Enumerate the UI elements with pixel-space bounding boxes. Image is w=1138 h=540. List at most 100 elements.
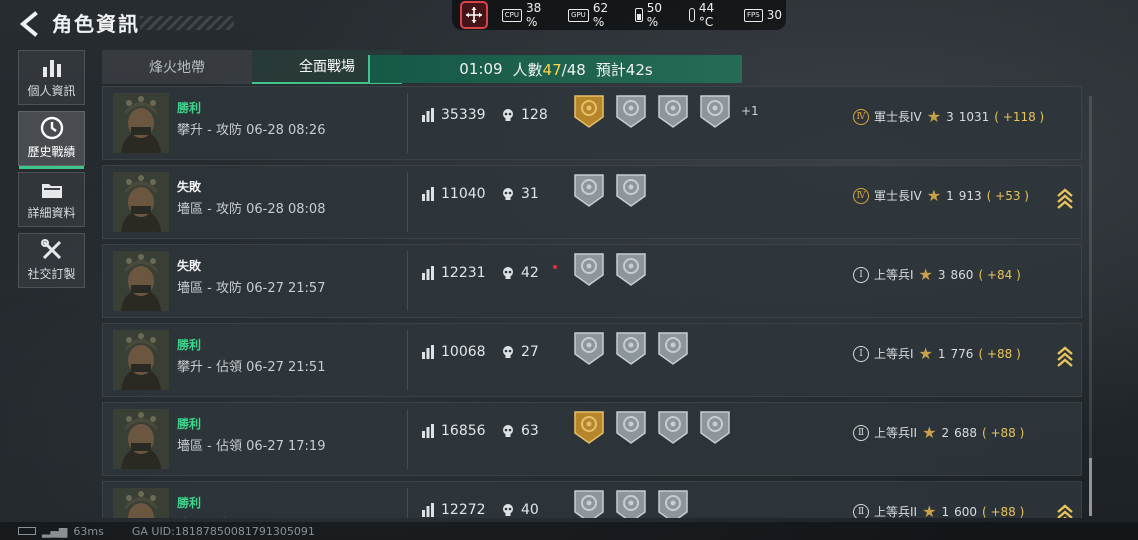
match-row[interactable]: 勝利 墻區 - 佔領 06-27 17:19 16856 63 Ⅱ 上等兵II ★ 2 688 (… [102, 402, 1082, 476]
medal-gold-icon[interactable] [573, 409, 605, 445]
sidebar-item-history[interactable]: 歷史戰績 [18, 111, 85, 169]
clock-icon [40, 116, 63, 140]
medal-silver-icon[interactable] [615, 330, 647, 366]
score-bars-icon [422, 266, 434, 280]
star-icon: ★ [918, 344, 933, 363]
gpu-usage: GPU 62 % [568, 1, 623, 29]
rank-badge-icon: Ⅱ [853, 424, 869, 441]
star-icon: ★ [922, 423, 937, 442]
signal-icon: ▂▄▆ [42, 524, 68, 538]
match-map-mode-time: 墻區 - 佔領 06-27 17:05 [177, 514, 325, 518]
medal-silver-icon[interactable] [573, 172, 605, 208]
queue-eta: 預計42s [595, 60, 653, 79]
user-uid: GA UID:18187850081791305091 [131, 524, 315, 538]
rank-info: Ⅳ 軍士長IV ★ 3 1031 ( +118 ) [853, 107, 1044, 126]
scrollbar-track[interactable] [1089, 96, 1092, 516]
page-title: 角色資訊 [52, 12, 140, 36]
rank-info: Ⅳ 軍士長IV ★ 1 913 ( +53 ) [853, 186, 1029, 205]
row-divider [407, 93, 408, 153]
move-cross-icon[interactable] [460, 1, 488, 29]
skull-icon [503, 346, 513, 358]
promotion-chevron-icon [1057, 504, 1073, 518]
medal-silver-icon[interactable] [657, 488, 689, 518]
sidebar-item-social[interactable]: 社交訂製 [18, 233, 85, 288]
rank-points: 600 [954, 504, 977, 519]
medal-silver-icon[interactable] [573, 488, 605, 518]
rank-name: 軍士長IV [874, 189, 922, 203]
match-result: 失敗 [177, 180, 202, 194]
match-row[interactable]: 勝利 攀升 - 佔領 06-27 21:51 10068 27 Ⅰ 上等兵I ★ 1 776 ( … [102, 323, 1082, 397]
ping-value: 63ms [73, 524, 104, 538]
medal-silver-icon[interactable] [573, 251, 605, 287]
match-history-list[interactable]: 勝利 攀升 - 攻防 06-28 08:26 35339 128 +1 Ⅳ 軍士長IV ★ 3 1… [102, 86, 1084, 518]
medal-silver-icon[interactable] [657, 93, 689, 129]
medal-silver-icon[interactable] [573, 330, 605, 366]
sidebar-item-label: 個人資訊 [27, 84, 76, 98]
gpu-chip-icon: GPU [568, 8, 589, 22]
match-row[interactable]: 失敗 墻區 - 攻防 06-28 08:08 11040 31 Ⅳ 軍士長IV ★ 1 913 (… [102, 165, 1082, 239]
match-kills: 63 [501, 423, 539, 439]
match-score: 16856 [421, 423, 486, 439]
rank-points-delta: ( +53 ) [986, 188, 1029, 203]
extra-medals-count: +1 [741, 104, 759, 118]
match-row[interactable]: 失敗 墻區 - 攻防 06-27 21:57 12231 42 Ⅰ 上等兵I ★ 3 860 ( … [102, 244, 1082, 318]
match-result: 失敗 [177, 259, 202, 273]
matchmaking-queue-banner[interactable]: 01:09 人數47/48 預計42s [368, 55, 742, 83]
medal-list [573, 488, 689, 518]
player-avatar [113, 251, 169, 311]
medal-silver-icon[interactable] [615, 409, 647, 445]
medal-silver-icon[interactable] [615, 172, 647, 208]
medal-list [573, 251, 647, 287]
footer-bar: ▂▄▆ 63ms GA UID:18187850081791305091 [0, 522, 1138, 540]
title-decoration [140, 16, 234, 30]
match-result: 勝利 [177, 496, 202, 510]
skull-icon [503, 504, 513, 516]
star-count: 3 [937, 267, 946, 282]
match-kills: 31 [501, 186, 539, 202]
medal-silver-icon[interactable] [615, 251, 647, 287]
match-row[interactable]: 勝利 攀升 - 攻防 06-28 08:26 35339 128 +1 Ⅳ 軍士長IV ★ 3 1… [102, 86, 1082, 160]
match-map-mode-time: 攀升 - 攻防 06-28 08:26 [177, 123, 326, 138]
match-map-mode-time: 墻區 - 攻防 06-27 21:57 [177, 281, 326, 296]
medal-gold-icon[interactable] [573, 93, 605, 129]
rank-info: Ⅰ 上等兵I ★ 1 776 ( +88 ) [853, 344, 1021, 363]
back-arrow-icon[interactable] [16, 10, 44, 38]
rank-points: 688 [954, 425, 977, 440]
tools-icon [40, 239, 61, 260]
rank-name: 上等兵II [874, 426, 918, 440]
player-avatar [113, 93, 169, 153]
star-icon: ★ [918, 265, 933, 284]
medal-silver-icon[interactable] [615, 93, 647, 129]
row-divider [407, 330, 408, 390]
match-row[interactable]: 勝利墻區 - 佔領 06-27 17:05 12272 40 Ⅱ 上等兵II ★ 1 600 (… [102, 481, 1082, 518]
match-result: 勝利 [177, 101, 202, 115]
star-icon: ★ [926, 107, 942, 126]
star-count: 2 [941, 425, 950, 440]
match-kills: 27 [501, 344, 539, 360]
fps-counter: FPS 30 [744, 8, 782, 22]
match-kills: 128 [501, 107, 548, 123]
medal-silver-icon[interactable] [657, 330, 689, 366]
medal-list [573, 330, 689, 366]
rank-points-delta: ( +88 ) [981, 425, 1025, 440]
rank-name: 上等兵I [874, 347, 914, 361]
medal-silver-icon[interactable] [699, 409, 731, 445]
rank-points: 776 [950, 346, 974, 361]
medal-silver-icon[interactable] [699, 93, 731, 129]
rank-points: 913 [958, 188, 982, 203]
bar-chart-icon [42, 60, 61, 77]
queue-timer: 01:09 [459, 60, 503, 78]
rank-badge-icon: Ⅳ [853, 108, 869, 125]
rank-info: Ⅱ 上等兵II ★ 1 600 ( +88 ) [853, 502, 1024, 518]
scrollbar-thumb[interactable] [1089, 458, 1092, 516]
medal-silver-icon[interactable] [657, 409, 689, 445]
star-count: 3 [946, 109, 954, 124]
skull-icon [503, 425, 513, 437]
tab-haven-zone[interactable]: 烽火地帶 [102, 50, 252, 84]
sidebar-item-details[interactable]: 詳細資料 [18, 172, 85, 227]
rank-name: 上等兵I [874, 268, 914, 282]
medal-silver-icon[interactable] [615, 488, 647, 518]
cpu-chip-icon: CPU [501, 8, 523, 22]
row-divider [407, 488, 408, 518]
sidebar-item-profile[interactable]: 個人資訊 [18, 50, 85, 105]
